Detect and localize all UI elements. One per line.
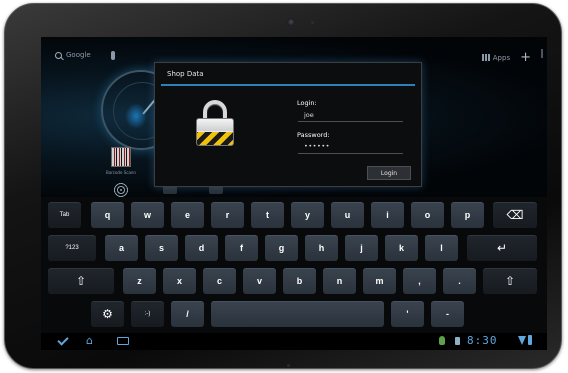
add-icon[interactable]: + [520, 51, 531, 64]
apps-label: Apps [492, 53, 511, 62]
recent-apps-icon[interactable] [117, 337, 129, 345]
key-enter[interactable]: ↵ [467, 235, 537, 261]
key-z[interactable]: z [123, 268, 156, 294]
key-i[interactable]: i [371, 202, 404, 228]
key-j[interactable]: j [345, 235, 378, 261]
key-l[interactable]: l [425, 235, 458, 261]
password-field[interactable]: •••••• [298, 141, 403, 154]
key-space[interactable] [211, 301, 384, 327]
lock-body [196, 118, 234, 146]
key-w[interactable]: w [131, 202, 164, 228]
key-apostrophe[interactable]: ' [391, 301, 424, 327]
login-value: joe [304, 111, 314, 119]
key-tab[interactable]: Tab [48, 202, 81, 228]
apps-area: Apps + [481, 51, 531, 64]
camera-icon [287, 18, 295, 26]
wifi-icon [518, 336, 526, 345]
sensor-dot [311, 21, 314, 24]
debug-icon [439, 336, 445, 345]
key-smiley[interactable]: :-) [131, 301, 164, 327]
dialog-divider [161, 84, 415, 86]
key-p[interactable]: p [451, 202, 484, 228]
system-bar: ⌂ 8:30 [41, 333, 547, 350]
key-h[interactable]: h [305, 235, 338, 261]
key-n[interactable]: n [323, 268, 356, 294]
key-comma[interactable]: , [403, 268, 436, 294]
key-b[interactable]: b [283, 268, 316, 294]
barcode-scanner-icon[interactable] [111, 147, 131, 167]
glow-decoration [125, 103, 147, 129]
login-label: Login: [297, 99, 317, 107]
dialog-title: Shop Data [167, 70, 204, 78]
microphone-dot [287, 364, 290, 367]
search-icon [55, 51, 62, 59]
status-clock[interactable]: 8:30 [467, 334, 498, 347]
key-shift-right[interactable]: ⇧ [483, 268, 537, 294]
key-symbols[interactable]: ?123 [48, 235, 96, 261]
key-x[interactable]: x [163, 268, 196, 294]
key-settings[interactable]: ⚙ [91, 301, 124, 327]
lock-icon [196, 100, 234, 146]
key-shift-left[interactable]: ⇧ [48, 268, 114, 294]
apps-button[interactable]: Apps [481, 53, 511, 62]
tablet-frame: Google Apps + Barcode Scann Shop Data Lo… [4, 3, 562, 369]
key-t[interactable]: t [251, 202, 284, 228]
key-s[interactable]: s [145, 235, 178, 261]
key-period[interactable]: . [443, 268, 476, 294]
key-g[interactable]: g [265, 235, 298, 261]
soft-keyboard: Tab q w e r t y u i o p ⌫ ?123 a s d f g… [41, 197, 547, 333]
key-r[interactable]: r [211, 202, 244, 228]
battery-icon [528, 335, 532, 345]
key-a[interactable]: a [105, 235, 138, 261]
key-m[interactable]: m [363, 268, 396, 294]
key-y[interactable]: y [291, 202, 324, 228]
search-label: Google [66, 51, 91, 59]
google-search-widget[interactable]: Google [55, 51, 91, 59]
key-u[interactable]: u [331, 202, 364, 228]
overflow-menu-icon[interactable] [541, 49, 543, 58]
key-q[interactable]: q [91, 202, 124, 228]
key-e[interactable]: e [171, 202, 204, 228]
password-value: •••••• [304, 142, 331, 150]
key-d[interactable]: d [185, 235, 218, 261]
key-f[interactable]: f [225, 235, 258, 261]
home-icon[interactable]: ⌂ [86, 335, 93, 346]
microphone-icon[interactable] [111, 51, 115, 60]
shop-data-dialog: Shop Data Login: joe Password: •••••• Lo… [154, 62, 422, 187]
back-icon[interactable] [57, 334, 69, 346]
key-backspace[interactable]: ⌫ [493, 202, 537, 228]
key-c[interactable]: c [203, 268, 236, 294]
login-button[interactable]: Login [367, 166, 411, 180]
key-v[interactable]: v [243, 268, 276, 294]
password-label: Password: [297, 131, 330, 139]
screen: Google Apps + Barcode Scann Shop Data Lo… [41, 37, 547, 350]
key-o[interactable]: o [411, 202, 444, 228]
key-hyphen[interactable]: - [431, 301, 464, 327]
fingerprint-icon[interactable] [113, 182, 129, 198]
barcode-scanner-label: Barcode Scann [106, 170, 136, 175]
key-slash[interactable]: / [171, 301, 204, 327]
key-k[interactable]: k [385, 235, 418, 261]
apps-grid-icon [481, 54, 490, 61]
usb-icon [455, 337, 460, 345]
login-field[interactable]: joe [298, 109, 403, 122]
